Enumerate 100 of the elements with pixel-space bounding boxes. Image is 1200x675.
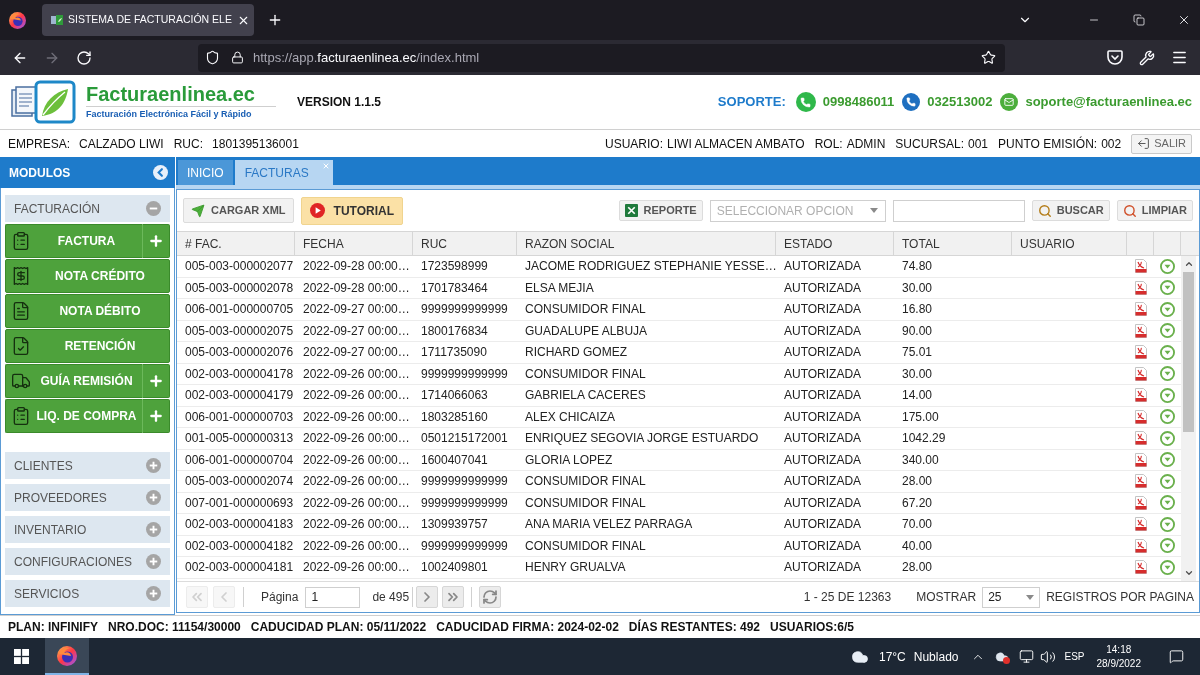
- pocket-icon[interactable]: [1107, 50, 1123, 65]
- browser-tab[interactable]: SISTEMA DE FACTURACIÓN ELE: [42, 4, 254, 36]
- dropdown-circle-icon[interactable]: [1160, 387, 1175, 403]
- network-icon[interactable]: [1019, 649, 1035, 664]
- address-bar[interactable]: https://app.facturaenlinea.ec/index.html: [198, 43, 1005, 72]
- menu-icon[interactable]: [1170, 49, 1188, 66]
- document-icon[interactable]: [1134, 366, 1147, 381]
- scrollbar-thumb[interactable]: [1183, 272, 1194, 432]
- document-icon[interactable]: [1134, 560, 1147, 575]
- document-icon[interactable]: [1134, 280, 1147, 295]
- accordion-header[interactable]: CLIENTES: [5, 452, 170, 479]
- status-text: USUARIOS:6/5: [770, 619, 854, 636]
- shield-icon[interactable]: [205, 50, 220, 65]
- notification-icon[interactable]: [1169, 649, 1184, 664]
- module-button[interactable]: NOTA DÉBITO: [5, 294, 170, 328]
- close-icon[interactable]: [1177, 13, 1191, 27]
- dropdown-circle-icon[interactable]: [1160, 301, 1175, 317]
- module-button[interactable]: LIQ. DE COMPRA: [5, 399, 142, 433]
- table-cell-text: 9999999999999: [420, 537, 509, 555]
- search-icon: [1037, 203, 1052, 218]
- clear-button[interactable]: LIMPIAR: [1116, 200, 1193, 221]
- last-page-icon[interactable]: [442, 586, 465, 608]
- report-button[interactable]: REPORTE: [618, 200, 703, 221]
- document-icon[interactable]: [1134, 431, 1147, 446]
- wrench-icon[interactable]: [1139, 49, 1155, 66]
- clock-date[interactable]: 28/9/2022: [1096, 656, 1141, 671]
- refresh-icon[interactable]: [479, 586, 502, 608]
- page-size-select[interactable]: 25: [982, 586, 1041, 608]
- dropdown-circle-icon[interactable]: [1160, 280, 1175, 296]
- tutorial-button[interactable]: TUTORIAL: [300, 196, 403, 225]
- dropdown-circle-icon[interactable]: [1160, 366, 1175, 382]
- dropdown-circle-icon[interactable]: [1160, 516, 1175, 532]
- clock-time[interactable]: 14:18: [1106, 642, 1132, 657]
- lock-icon[interactable]: [231, 51, 244, 64]
- restore-icon[interactable]: [1133, 14, 1145, 26]
- dropdown-circle-icon[interactable]: [1160, 473, 1175, 489]
- document-icon[interactable]: [1134, 495, 1147, 510]
- dropdown-circle-icon[interactable]: [1160, 495, 1175, 511]
- module-button[interactable]: GUÍA REMISIÓN: [5, 364, 142, 398]
- windows-logo-icon[interactable]: [13, 649, 29, 664]
- field-label: USUARIO:: [605, 135, 664, 153]
- add-button[interactable]: [142, 364, 170, 398]
- dropdown-circle-icon[interactable]: [1160, 538, 1175, 554]
- tab[interactable]: FACTURAS: [234, 160, 333, 185]
- dropdown-circle-icon[interactable]: [1160, 409, 1175, 425]
- dropdown-circle-icon[interactable]: [1160, 452, 1175, 468]
- vertical-scrollbar[interactable]: [1181, 256, 1196, 581]
- table-cell-text: 006-001-000000703: [184, 408, 295, 426]
- search-button[interactable]: BUSCAR: [1031, 200, 1110, 221]
- module-button[interactable]: NOTA CRÉDITO: [5, 259, 170, 293]
- module-button[interactable]: RETENCIÓN: [5, 329, 170, 363]
- brand-tagline: Facturación Electrónica Fácil y Rápido: [86, 106, 276, 122]
- dropdown-circle-icon[interactable]: [1160, 258, 1175, 274]
- add-button[interactable]: [142, 224, 170, 258]
- dropdown-circle-icon[interactable]: [1160, 344, 1175, 360]
- table-cell-text: 175.00: [901, 408, 940, 426]
- scroll-down-icon[interactable]: [1183, 568, 1194, 578]
- document-icon[interactable]: [1134, 259, 1147, 274]
- volume-icon[interactable]: [1040, 648, 1057, 665]
- table-cell-text: 9999999999999: [420, 301, 509, 319]
- document-icon[interactable]: [1134, 538, 1147, 553]
- dropdown-circle-icon[interactable]: [1160, 430, 1175, 446]
- table-cell-text: 002-003-000004179: [184, 387, 295, 405]
- document-icon[interactable]: [1134, 302, 1147, 317]
- logout-button[interactable]: SALIR: [1131, 133, 1192, 154]
- chevron-left-icon[interactable]: [153, 165, 168, 180]
- plus-icon: [148, 373, 164, 389]
- taskbar-app-button[interactable]: [45, 638, 89, 675]
- page-input[interactable]: 1: [305, 586, 361, 608]
- add-button[interactable]: [142, 399, 170, 433]
- search-field[interactable]: [892, 199, 1025, 222]
- document-icon[interactable]: [1134, 452, 1147, 467]
- bookmark-star-icon[interactable]: [981, 50, 996, 65]
- browser-logo-icon[interactable]: [9, 11, 26, 29]
- language-indicator[interactable]: ESP: [1064, 649, 1085, 664]
- table-cell-text: 1701783464: [420, 279, 489, 297]
- accordion-header[interactable]: SERVICIOS: [5, 580, 170, 607]
- accordion-header[interactable]: CONFIGURACIONES: [5, 548, 170, 575]
- document-icon[interactable]: [1134, 474, 1147, 489]
- cloud-error-icon[interactable]: [994, 649, 1011, 664]
- document-icon[interactable]: [1134, 517, 1147, 532]
- browser-logo-icon[interactable]: [57, 645, 77, 666]
- scroll-up-icon[interactable]: [1183, 259, 1194, 269]
- new-tab-icon[interactable]: [267, 12, 283, 28]
- tab[interactable]: INICIO: [178, 160, 233, 185]
- table-cell-text: 1800176834: [420, 322, 489, 340]
- document-icon[interactable]: [1134, 388, 1147, 403]
- table-cell-text: 90.00: [901, 322, 934, 340]
- document-icon[interactable]: [1134, 323, 1147, 338]
- document-icon[interactable]: [1134, 409, 1147, 424]
- document-icon[interactable]: [1134, 345, 1147, 360]
- dropdown-circle-icon[interactable]: [1160, 559, 1175, 575]
- table-cell-text: 006-001-000000704: [184, 451, 295, 469]
- upload-xml-button[interactable]: CARGAR XML: [183, 198, 294, 223]
- dropdown-circle-icon[interactable]: [1160, 323, 1175, 339]
- table-cell-text: 2022-09-26 00:00…: [302, 451, 411, 469]
- accordion-header[interactable]: FACTURACIÓN: [5, 195, 170, 222]
- accordion-header[interactable]: INVENTARIO: [5, 516, 170, 543]
- accordion-header[interactable]: PROVEEDORES: [5, 484, 170, 511]
- module-button[interactable]: FACTURA: [5, 224, 142, 258]
